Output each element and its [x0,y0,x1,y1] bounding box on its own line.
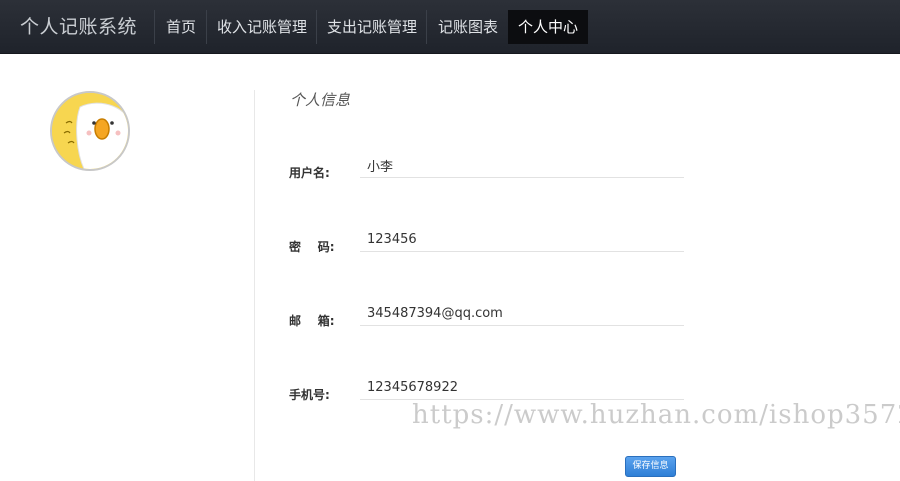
vertical-divider [254,90,255,481]
phone-label: 手机号: [289,388,330,402]
nav-item-home[interactable]: 首页 [156,10,206,44]
nav-separator [154,10,155,44]
password-label: 密 码: [289,240,335,254]
nav-separator [426,10,427,44]
phone-field[interactable] [360,376,684,400]
password-field[interactable] [360,228,684,252]
nav-item-profile[interactable]: 个人中心 [508,10,589,44]
watermark: https://www.huzhan.com/ishop3572 [412,400,900,430]
app-brand[interactable]: 个人记账系统 [20,0,137,54]
nav-item-expense[interactable]: 支出记账管理 [317,10,427,44]
section-title: 个人信息 [290,91,351,109]
username-field[interactable] [360,154,684,178]
nav-item-charts[interactable]: 记账图表 [428,10,508,44]
username-label: 用户名: [289,166,330,180]
email-field[interactable] [360,302,684,326]
email-label: 邮 箱: [289,314,335,328]
nav-item-income[interactable]: 收入记账管理 [207,10,317,44]
duck-avatar-icon [50,91,130,171]
save-button[interactable]: 保存信息 [625,456,676,477]
top-navbar: 个人记账系统 首页 收入记账管理 支出记账管理 记账图表 个人中心 [0,0,900,54]
